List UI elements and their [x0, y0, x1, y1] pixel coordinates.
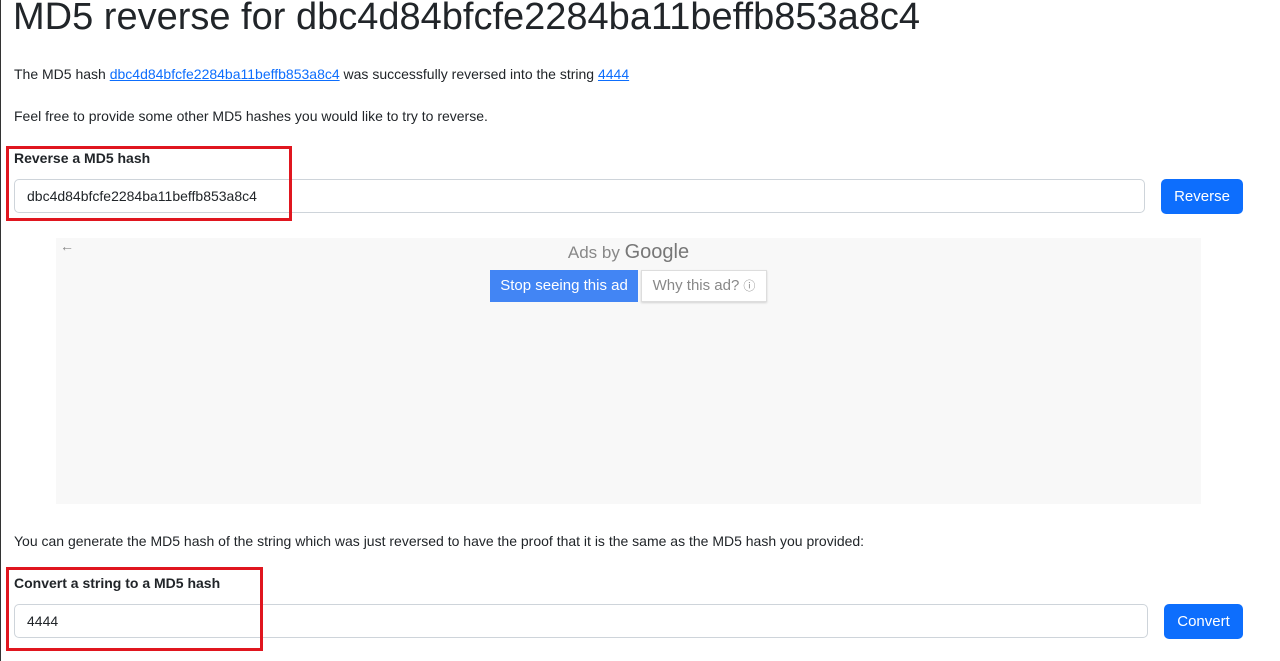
result-prefix: The MD5 hash — [14, 66, 110, 82]
highlight-box-reverse — [6, 146, 292, 221]
reverse-button[interactable]: Reverse — [1161, 179, 1243, 214]
ad-container: ← Ads by Google Stop seeing this ad Why … — [56, 238, 1201, 504]
hash-link[interactable]: dbc4d84bfcfe2284ba11beffb853a8c4 — [110, 66, 340, 82]
intro-text: Feel free to provide some other MD5 hash… — [14, 108, 488, 124]
highlight-box-convert — [6, 567, 263, 651]
result-text: The MD5 hash dbc4d84bfcfe2284ba11beffb85… — [14, 66, 629, 82]
window-left-edge — [0, 0, 1, 661]
why-this-ad-label: Why this ad? — [652, 277, 740, 294]
string-link[interactable]: 4444 — [598, 66, 629, 82]
info-icon: ⓘ — [743, 279, 756, 293]
stop-seeing-ad-button[interactable]: Stop seeing this ad — [490, 270, 638, 302]
proof-text: You can generate the MD5 hash of the str… — [14, 533, 865, 549]
ads-by-google: Ads by Google — [56, 241, 1201, 264]
convert-button[interactable]: Convert — [1164, 604, 1243, 639]
ads-by-label: Ads by — [567, 243, 620, 262]
google-logo: Google — [624, 241, 690, 263]
why-this-ad-button[interactable]: Why this ad? ⓘ — [641, 270, 767, 302]
page-title: MD5 reverse for dbc4d84bfcfe2284ba11beff… — [13, 0, 921, 38]
result-middle: was successfully reversed into the strin… — [339, 66, 598, 82]
